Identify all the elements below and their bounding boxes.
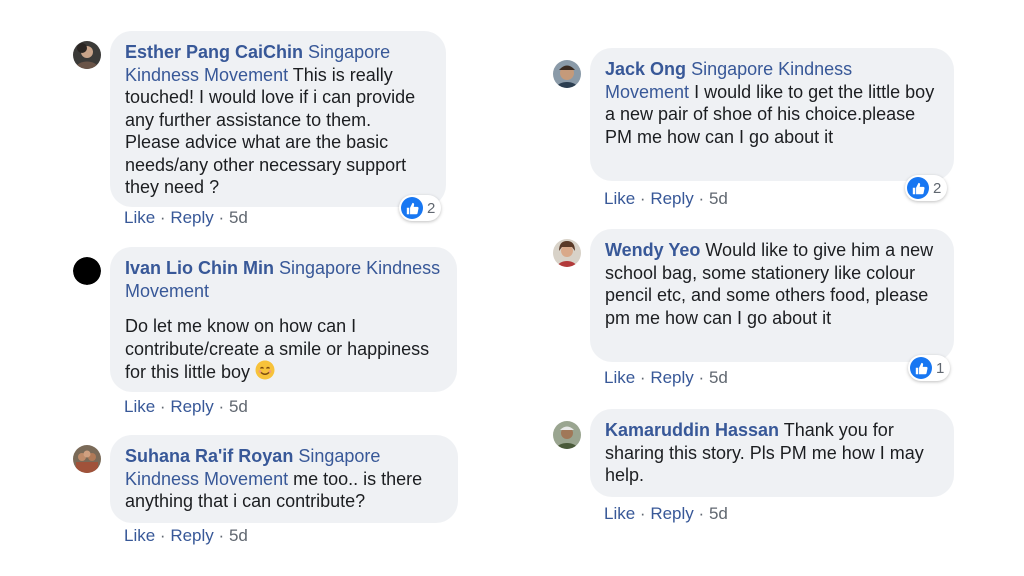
like-link[interactable]: Like — [604, 504, 635, 523]
comment-bubble: Jack Ong Singapore Kindness Movement I w… — [590, 48, 954, 181]
like-link[interactable]: Like — [124, 526, 155, 545]
separator: · — [218, 526, 225, 545]
separator: · — [639, 368, 646, 387]
avatar[interactable] — [73, 445, 101, 473]
comment-actions: Like · Reply · 5d — [124, 526, 248, 546]
thumbs-up-icon — [907, 177, 929, 199]
comment-bubble: Esther Pang CaiChin Singapore Kindness M… — [110, 31, 446, 207]
avatar[interactable] — [73, 41, 101, 69]
comment-actions: Like · Reply · 5d — [604, 368, 728, 388]
comment-bubble: Ivan Lio Chin Min Singapore Kindness Mov… — [110, 247, 457, 392]
like-link[interactable]: Like — [604, 189, 635, 208]
comment-author[interactable]: Jack Ong — [605, 59, 686, 79]
comment-bubble: Suhana Ra'if Royan Singapore Kindness Mo… — [110, 435, 458, 523]
separator: · — [218, 397, 225, 416]
reaction-count[interactable]: 2 — [399, 195, 442, 221]
avatar[interactable] — [553, 421, 581, 449]
avatar[interactable] — [73, 257, 101, 285]
comment-author[interactable]: Ivan Lio Chin Min — [125, 258, 274, 278]
comment-actions: Like · Reply · 5d — [124, 208, 248, 228]
comment-author[interactable]: Suhana Ra'if Royan — [125, 446, 293, 466]
comment-author[interactable]: Esther Pang CaiChin — [125, 42, 303, 62]
reply-link[interactable]: Reply — [650, 189, 693, 208]
timestamp[interactable]: 5d — [229, 208, 248, 227]
comment-bubble: Wendy Yeo Would like to give him a new s… — [590, 229, 954, 362]
thumbs-up-icon — [910, 357, 932, 379]
timestamp[interactable]: 5d — [709, 189, 728, 208]
reply-link[interactable]: Reply — [650, 368, 693, 387]
separator: · — [218, 208, 225, 227]
separator: · — [639, 189, 646, 208]
smiling-face-emoji-icon — [255, 360, 275, 386]
separator: · — [159, 208, 166, 227]
reply-link[interactable]: Reply — [650, 504, 693, 523]
timestamp[interactable]: 5d — [229, 397, 248, 416]
separator: · — [639, 504, 646, 523]
separator: · — [159, 397, 166, 416]
avatar[interactable] — [553, 239, 581, 267]
timestamp[interactable]: 5d — [709, 504, 728, 523]
reaction-number: 2 — [427, 199, 436, 217]
comment-text: Do let me know on how can I contribute/c… — [125, 315, 442, 386]
reaction-number: 2 — [933, 179, 942, 197]
like-link[interactable]: Like — [604, 368, 635, 387]
timestamp[interactable]: 5d — [709, 368, 728, 387]
comment-actions: Like · Reply · 5d — [124, 397, 248, 417]
reply-link[interactable]: Reply — [170, 526, 213, 545]
reply-link[interactable]: Reply — [170, 208, 213, 227]
reaction-number: 1 — [936, 359, 945, 377]
separator: · — [698, 189, 705, 208]
like-link[interactable]: Like — [124, 397, 155, 416]
comment-author[interactable]: Wendy Yeo — [605, 240, 700, 260]
avatar[interactable] — [553, 60, 581, 88]
reply-link[interactable]: Reply — [170, 397, 213, 416]
comment-actions: Like · Reply · 5d — [604, 189, 728, 209]
comment-text-content: Do let me know on how can I contribute/c… — [125, 316, 430, 382]
comment-author[interactable]: Kamaruddin Hassan — [605, 420, 779, 440]
like-link[interactable]: Like — [124, 208, 155, 227]
separator: · — [698, 368, 705, 387]
timestamp[interactable]: 5d — [229, 526, 248, 545]
separator: · — [698, 504, 705, 523]
comment-actions: Like · Reply · 5d — [604, 504, 728, 524]
reaction-count[interactable]: 2 — [905, 175, 948, 201]
separator: · — [159, 526, 166, 545]
comment-bubble: Kamaruddin Hassan Thank you for sharing … — [590, 409, 954, 497]
reaction-count[interactable]: 1 — [908, 355, 951, 381]
thumbs-up-icon — [401, 197, 423, 219]
